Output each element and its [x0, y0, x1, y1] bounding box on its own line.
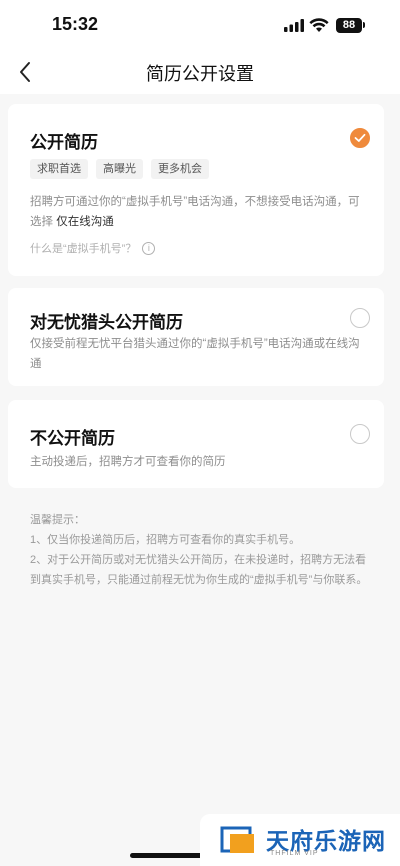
option-title: 不公开简历 — [30, 429, 115, 448]
help-link-text: 什么是“虚拟手机号”？ — [30, 243, 137, 255]
tag-list: 求职首选 高曝光 更多机会 — [30, 159, 209, 179]
battery-tip — [363, 22, 365, 28]
online-only-link[interactable]: 仅在线沟通 — [56, 216, 114, 228]
nav-bar: 简历公开设置 — [0, 50, 400, 94]
option-description: 招聘方可通过你的“虚拟手机号”电话沟通，不想接受电话沟通，可选择 仅在线沟通 — [30, 192, 366, 232]
battery-icon: 88 — [336, 18, 362, 33]
wifi-icon — [309, 18, 329, 32]
status-time: 15:32 — [52, 14, 99, 34]
tag: 求职首选 — [30, 159, 88, 179]
tips-section: 温馨提示： 1、仅当你投递简历后，招聘方可查看你的真实手机号。 2、对于公开简历… — [30, 510, 370, 590]
watermark-logo-icon — [220, 826, 254, 853]
option-private-resume[interactable]: 不公开简历 主动投递后，招聘方才可查看你的简历 — [8, 400, 384, 488]
tips-item: 2、对于公开简历或对无忧猎头公开简历，在未投递时，招聘方无法看到真实手机号，只能… — [30, 554, 368, 586]
watermark: 天府乐游网 THFILM VIP — [200, 814, 400, 866]
virtual-number-help-link[interactable]: 什么是“虚拟手机号”？ i — [30, 240, 156, 256]
option-headhunter-only[interactable]: 对无忧猎头公开简历 仅接受前程无忧平台猎头通过你的“虚拟手机号”电话沟通或在线沟… — [8, 288, 384, 386]
tips-item: 1、仅当你投递简历后，招聘方可查看你的真实手机号。 — [30, 534, 301, 546]
option-public-resume[interactable]: 公开简历 求职首选 高曝光 更多机会 招聘方可通过你的“虚拟手机号”电话沟通，不… — [8, 104, 384, 276]
option-title: 公开简历 — [30, 133, 98, 152]
radio-unchecked[interactable] — [350, 424, 370, 444]
page-title: 简历公开设置 — [146, 64, 254, 84]
tag: 更多机会 — [151, 159, 209, 179]
option-description: 主动投递后，招聘方才可查看你的简历 — [30, 456, 226, 468]
status-bar: 15:32 88 — [0, 0, 400, 50]
watermark-subtext: THFILM VIP — [270, 850, 319, 857]
signal-icon — [284, 19, 304, 32]
tag: 高曝光 — [96, 159, 143, 179]
radio-unchecked[interactable] — [350, 308, 370, 328]
tips-heading: 温馨提示： — [30, 514, 85, 526]
check-icon — [354, 133, 366, 142]
info-icon: i — [142, 241, 156, 255]
radio-checked[interactable] — [350, 128, 370, 148]
option-description: 仅接受前程无忧平台猎头通过你的“虚拟手机号”电话沟通或在线沟通 — [30, 338, 360, 370]
option-title: 对无忧猎头公开简历 — [30, 313, 183, 332]
